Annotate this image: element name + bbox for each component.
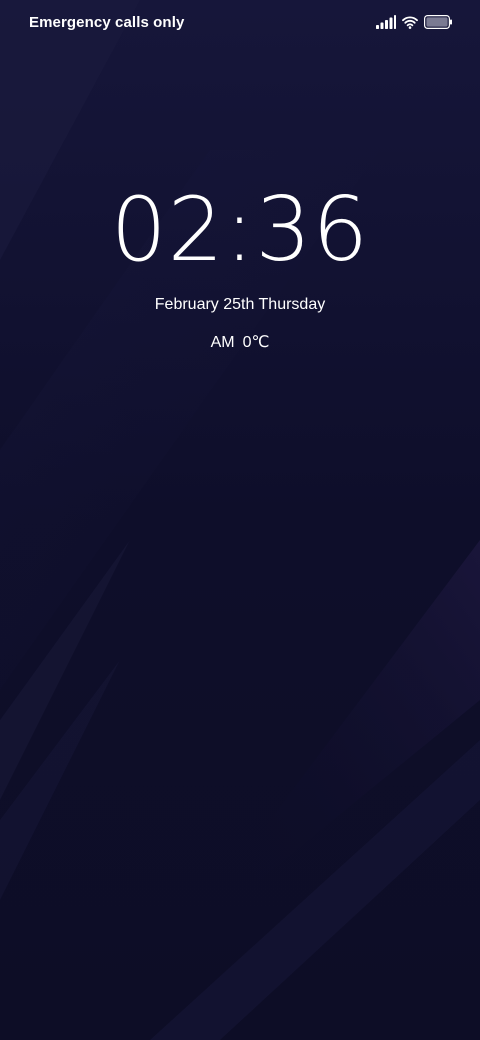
battery-icon [424,15,452,29]
lock-screen[interactable]: Emergency calls only 02:36 February 25th… [0,0,480,1040]
lockscreen-clock: 02:36 February 25th Thursday AM 0℃ [0,178,480,354]
wallpaper [0,0,480,1040]
wifi-icon [402,16,418,29]
clock-date: February 25th Thursday [154,296,326,313]
carrier-status: Emergency calls only [29,13,185,31]
status-bar: Emergency calls only [0,0,480,44]
status-icons [376,15,452,29]
clock-weather: AM 0℃ [0,332,480,354]
clock-time: 02:36 [110,178,370,281]
weather-temperature: 0℃ [242,334,270,351]
clock-meridiem: AM [210,334,235,351]
signal-icon [376,15,396,29]
